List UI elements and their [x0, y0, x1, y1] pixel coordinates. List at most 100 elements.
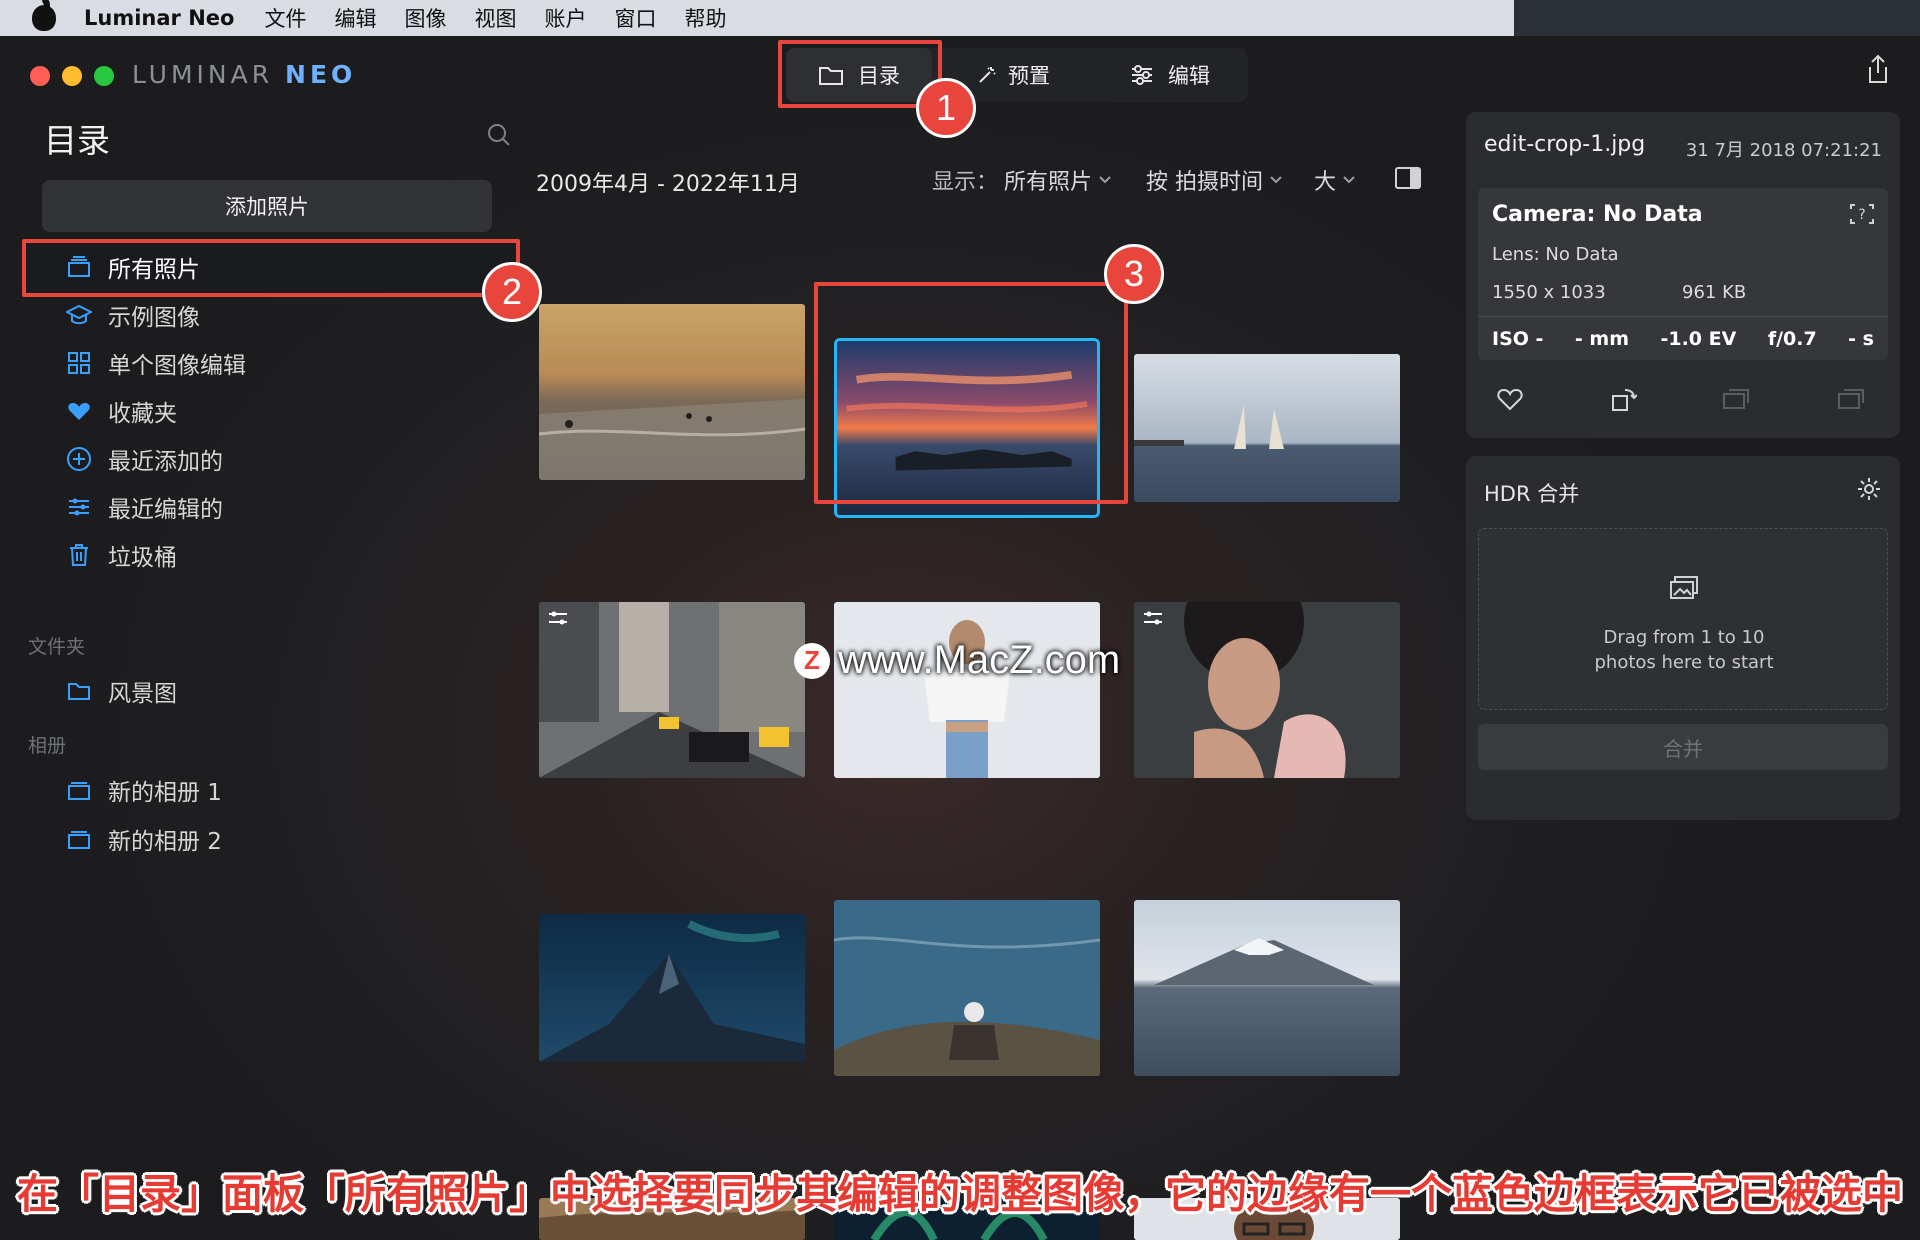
watermark-logo: Z	[794, 642, 830, 679]
exif-lens: Lens: No Data	[1492, 244, 1619, 265]
chevron-down-icon	[1270, 176, 1282, 184]
add-photos-button[interactable]: 添加照片	[42, 180, 492, 232]
edited-badge-icon	[1144, 611, 1162, 625]
sidebar-album-2[interactable]: 新的相册 2	[66, 819, 222, 859]
sidebar-item-trash[interactable]: 垃圾桶	[66, 535, 177, 575]
menu-window[interactable]: 窗口	[614, 3, 656, 33]
help-icon[interactable]: ?	[1848, 202, 1876, 226]
app-window: LUMINAR NEO 目录 预置 编辑 1 目录 添加照片 所有照片 示例图像…	[0, 36, 1920, 1240]
albums-section-label: 相册	[28, 735, 67, 757]
search-icon[interactable]	[486, 122, 512, 148]
tab-presets[interactable]: 预置	[976, 48, 1050, 102]
tab-edit-label: 编辑	[1168, 64, 1210, 88]
photos-icon	[1670, 576, 1698, 599]
exif-camera: Camera: No Data	[1492, 202, 1703, 227]
sidebar-item-label: 垃圾桶	[108, 545, 177, 571]
menu-help[interactable]: 帮助	[684, 3, 726, 33]
grid-icon	[66, 350, 92, 376]
apple-logo-icon[interactable]	[32, 0, 56, 31]
sidebar-item-label: 单个图像编辑	[108, 353, 246, 379]
minimize-window-button[interactable]	[62, 66, 82, 86]
callout-number-2: 2	[482, 262, 542, 322]
tutorial-caption: 在「目录」面板「所有照片」中选择要同步其编辑的调整图像，它的边缘有一个蓝色边框表…	[17, 1170, 1903, 1218]
chevron-down-icon	[1343, 176, 1355, 184]
hdr-drop-text: Drag from 1 to 10 photos here to start	[1479, 625, 1889, 675]
sidebar-album-1[interactable]: 新的相册 1	[66, 770, 222, 810]
date-range-label: 2009年4月 - 2022年11月	[536, 172, 800, 197]
zoom-window-button[interactable]	[94, 66, 114, 86]
sort-value: 按 拍摄时间	[1146, 170, 1263, 195]
exif-focal: - mm	[1574, 328, 1629, 350]
hdr-merge-panel: HDR 合并 Drag from 1 to 10 photos here to …	[1466, 456, 1900, 820]
sidebar-item-label: 新的相册 1	[108, 780, 222, 806]
tab-edit[interactable]: 编辑	[1130, 48, 1210, 102]
menu-file[interactable]: 文件	[264, 3, 306, 33]
menu-edit[interactable]: 编辑	[334, 3, 376, 33]
hdr-title: HDR 合并	[1484, 482, 1580, 506]
menubar-right-area	[1514, 0, 1920, 36]
info-filename: edit-crop-1.jpg	[1484, 132, 1646, 157]
callout-number-1: 1	[916, 78, 976, 138]
size-value: 大	[1314, 170, 1337, 195]
exif-shutter: - s	[1848, 328, 1874, 350]
photo-thumbnail-mount-fuji[interactable]	[1134, 900, 1400, 1076]
share-icon[interactable]	[1866, 54, 1890, 84]
plus-circle-icon	[66, 446, 92, 472]
menu-app-name[interactable]: Luminar Neo	[84, 6, 234, 30]
sort-dropdown[interactable]: 按 拍摄时间	[1146, 164, 1283, 196]
info-actions	[1496, 386, 1866, 414]
hdr-merge-button[interactable]: 合并	[1478, 724, 1888, 770]
sidebar-item-sample-images[interactable]: 示例图像	[66, 295, 200, 335]
photo-thumbnail-portrait[interactable]	[1134, 602, 1400, 778]
callout-box-3	[814, 282, 1128, 504]
exif-dimensions: 1550 x 1033	[1492, 282, 1606, 303]
exif-iso: ISO -	[1492, 328, 1544, 350]
photo-thumbnail-beach[interactable]	[539, 304, 805, 480]
folders-section-label: 文件夹	[28, 636, 86, 658]
toggle-side-panel-icon[interactable]	[1394, 166, 1422, 190]
sidebar-item-label: 最近添加的	[108, 449, 223, 475]
sidebar-item-single-edits[interactable]: 单个图像编辑	[66, 343, 246, 383]
rotate-icon[interactable]	[1609, 386, 1637, 414]
hdr-drop-zone[interactable]: Drag from 1 to 10 photos here to start	[1478, 528, 1888, 710]
menu-view[interactable]: 视图	[474, 3, 516, 33]
sidebar-item-label: 示例图像	[108, 305, 200, 331]
heart-outline-icon[interactable]	[1496, 386, 1524, 412]
photo-thumbnail-city-street[interactable]	[539, 602, 805, 778]
heart-icon	[66, 398, 92, 424]
sidebar-item-favorites[interactable]: 收藏夹	[66, 391, 177, 431]
chevron-down-icon	[1099, 176, 1111, 184]
hdr-drop-line2: photos here to start	[1594, 652, 1774, 673]
sidebar-item-label: 最近编辑的	[108, 497, 223, 523]
photo-thumbnail-sailboats[interactable]	[1134, 354, 1400, 502]
show-filter-dropdown[interactable]: 显示： 所有照片	[932, 164, 1112, 196]
close-window-button[interactable]	[30, 66, 50, 86]
sidebar-item-recently-edited[interactable]: 最近编辑的	[66, 487, 223, 527]
trash-icon	[66, 542, 92, 568]
exif-aperture: f/0.7	[1767, 328, 1817, 350]
photo-info-panel: edit-crop-1.jpg 31 7月 2018 07:21:21 Came…	[1466, 112, 1900, 438]
sidebar-item-recently-added[interactable]: 最近添加的	[66, 439, 223, 479]
album-icon	[66, 826, 92, 852]
watermark: Z www.MacZ.com	[794, 638, 1120, 683]
exif-shooting-row: ISO - - mm -1.0 EV f/0.7 - s	[1492, 328, 1874, 350]
menu-account[interactable]: 账户	[544, 3, 586, 33]
gear-icon[interactable]	[1856, 476, 1882, 502]
photo-thumbnail-mountain-night[interactable]	[539, 914, 805, 1062]
menu-bar: Luminar Neo 文件 编辑 图像 视图 账户 窗口 帮助	[0, 0, 1920, 36]
tab-presets-label: 预置	[1008, 64, 1050, 88]
photo-thumbnail-woman-white[interactable]	[834, 602, 1100, 778]
sidebar-item-label: 风景图	[108, 681, 177, 707]
edited-badge-icon	[549, 611, 567, 625]
exif-divider	[1478, 316, 1888, 317]
sliders-icon	[66, 494, 92, 520]
info-date: 31 7月 2018 07:21:21	[1685, 140, 1882, 161]
menu-image[interactable]: 图像	[404, 3, 446, 33]
paste-edits-icon[interactable]	[1836, 386, 1866, 412]
photo-thumbnail-coast-hiker[interactable]	[834, 900, 1100, 1076]
copy-edits-icon[interactable]	[1721, 386, 1751, 412]
exif-box: Camera: No Data ? Lens: No Data 1550 x 1…	[1478, 188, 1888, 360]
sidebar-folder-landscape[interactable]: 风景图	[66, 671, 177, 711]
thumbnail-size-dropdown[interactable]: 大	[1314, 164, 1356, 196]
callout-number-3: 3	[1104, 244, 1164, 304]
